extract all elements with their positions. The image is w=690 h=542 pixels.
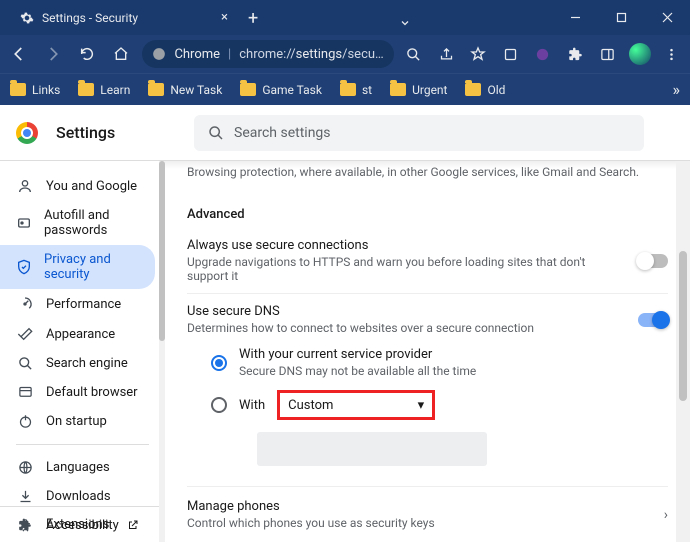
sidebar-item-autofill[interactable]: Autofill and passwords bbox=[0, 201, 165, 245]
sidebar-item-you-and-google[interactable]: You and Google bbox=[0, 171, 165, 201]
radio-icon bbox=[211, 355, 227, 371]
search-placeholder: Search settings bbox=[234, 125, 331, 141]
reload-button[interactable] bbox=[74, 40, 100, 68]
radio-current-provider[interactable]: With your current service provider Secur… bbox=[211, 341, 668, 384]
folder-icon bbox=[148, 83, 164, 96]
speed-icon bbox=[16, 296, 34, 312]
search-settings-input[interactable]: Search settings bbox=[194, 115, 644, 151]
toggle-secure-dns[interactable] bbox=[638, 313, 668, 327]
menu-icon[interactable] bbox=[660, 41, 684, 67]
maximize-button[interactable] bbox=[598, 0, 644, 35]
chrome-logo-icon bbox=[16, 122, 38, 144]
toggle-always-https[interactable] bbox=[638, 254, 668, 268]
bookmark-st[interactable]: st bbox=[340, 83, 372, 97]
radio-icon bbox=[211, 397, 227, 413]
share-icon[interactable] bbox=[434, 41, 458, 67]
section-advanced: Advanced bbox=[187, 193, 668, 228]
folder-icon bbox=[240, 83, 256, 96]
page-title: Settings bbox=[56, 123, 115, 142]
sidebar-item-on-startup[interactable]: On startup bbox=[0, 407, 165, 436]
sidepanel-icon[interactable] bbox=[595, 41, 619, 67]
row-secure-dns: Use secure DNS Determines how to connect… bbox=[187, 293, 668, 486]
bookmark-newtask[interactable]: New Task bbox=[148, 83, 222, 97]
sidebar-item-privacy[interactable]: Privacy and security bbox=[0, 245, 155, 289]
browser-icon bbox=[16, 385, 34, 400]
sidebar-item-performance[interactable]: Performance bbox=[0, 289, 165, 319]
forward-button[interactable] bbox=[40, 40, 66, 68]
folder-icon bbox=[340, 83, 356, 96]
search-icon bbox=[208, 125, 224, 141]
browser-tab[interactable]: Settings - Security × bbox=[8, 0, 238, 35]
bookmarks-bar: Links Learn New Task Game Task st Urgent… bbox=[0, 73, 690, 105]
bookmarks-overflow-icon[interactable]: » bbox=[673, 80, 681, 99]
person-icon bbox=[16, 178, 34, 194]
close-window-button[interactable] bbox=[644, 0, 690, 35]
close-tab-icon[interactable]: × bbox=[221, 10, 228, 25]
dns-custom-input[interactable] bbox=[257, 432, 487, 466]
bookmark-links[interactable]: Links bbox=[10, 83, 60, 97]
shield-icon bbox=[16, 259, 32, 275]
settings-header: Settings Search settings bbox=[0, 105, 690, 161]
globe-icon bbox=[16, 460, 34, 475]
gear-icon bbox=[20, 11, 34, 25]
settings-content: Browsing protection, where available, in… bbox=[165, 161, 690, 542]
search-icon bbox=[16, 356, 34, 371]
bookmark-learn[interactable]: Learn bbox=[78, 83, 130, 97]
sidebar-item-default-browser[interactable]: Default browser bbox=[0, 378, 165, 407]
autofill-icon bbox=[16, 215, 32, 231]
folder-icon bbox=[78, 83, 94, 96]
sidebar-item-extensions[interactable]: Extensions bbox=[0, 507, 165, 542]
chevron-right-icon: › bbox=[664, 507, 668, 523]
profile-avatar[interactable] bbox=[628, 41, 652, 67]
row-always-https: Always use secure connections Upgrade na… bbox=[187, 228, 668, 293]
palette-icon bbox=[16, 326, 34, 342]
puzzle-icon bbox=[16, 518, 34, 532]
home-button[interactable] bbox=[108, 40, 134, 68]
extension-icon-1[interactable] bbox=[499, 41, 523, 67]
new-tab-button[interactable]: + bbox=[248, 8, 258, 35]
row-manage-phones[interactable]: Manage phones Control which phones you u… bbox=[187, 486, 668, 542]
folder-icon bbox=[10, 83, 26, 96]
power-icon bbox=[16, 414, 34, 429]
sidebar-item-appearance[interactable]: Appearance bbox=[0, 319, 165, 349]
bookmark-urgent[interactable]: Urgent bbox=[390, 83, 447, 97]
chevron-down-icon: ▾ bbox=[418, 398, 425, 413]
back-button[interactable] bbox=[6, 40, 32, 68]
window-controls bbox=[552, 0, 690, 35]
extensions-puzzle-icon[interactable] bbox=[563, 41, 587, 67]
dns-provider-dropdown[interactable]: Custom ▾ bbox=[277, 390, 435, 420]
folder-icon bbox=[465, 83, 481, 96]
content-scrollbar[interactable] bbox=[676, 161, 690, 542]
url-host-label: Chrome bbox=[174, 47, 220, 62]
bookmark-star-icon[interactable] bbox=[466, 41, 490, 67]
settings-sidebar: You and Google Autofill and passwords Pr… bbox=[0, 161, 165, 542]
window-titlebar: Settings - Security × + bbox=[0, 0, 690, 35]
download-icon bbox=[16, 489, 34, 504]
tab-title: Settings - Security bbox=[42, 11, 138, 25]
sidebar-item-search-engine[interactable]: Search engine bbox=[0, 349, 165, 378]
sidebar-item-languages[interactable]: Languages bbox=[0, 453, 165, 482]
tab-search-icon[interactable] bbox=[393, 17, 417, 35]
search-icon[interactable] bbox=[402, 41, 426, 67]
external-link-icon bbox=[127, 519, 139, 531]
chrome-icon bbox=[152, 47, 166, 61]
bookmark-old[interactable]: Old bbox=[465, 83, 505, 97]
bookmark-gametask[interactable]: Game Task bbox=[240, 83, 322, 97]
extension-icon-2[interactable] bbox=[531, 41, 555, 67]
address-bar[interactable]: Chrome | chrome://settings/secu… bbox=[142, 40, 393, 68]
folder-icon bbox=[390, 83, 406, 96]
browser-toolbar: Chrome | chrome://settings/secu… bbox=[0, 35, 690, 73]
minimize-button[interactable] bbox=[552, 0, 598, 35]
radio-with-provider[interactable]: With Custom ▾ bbox=[211, 384, 668, 426]
